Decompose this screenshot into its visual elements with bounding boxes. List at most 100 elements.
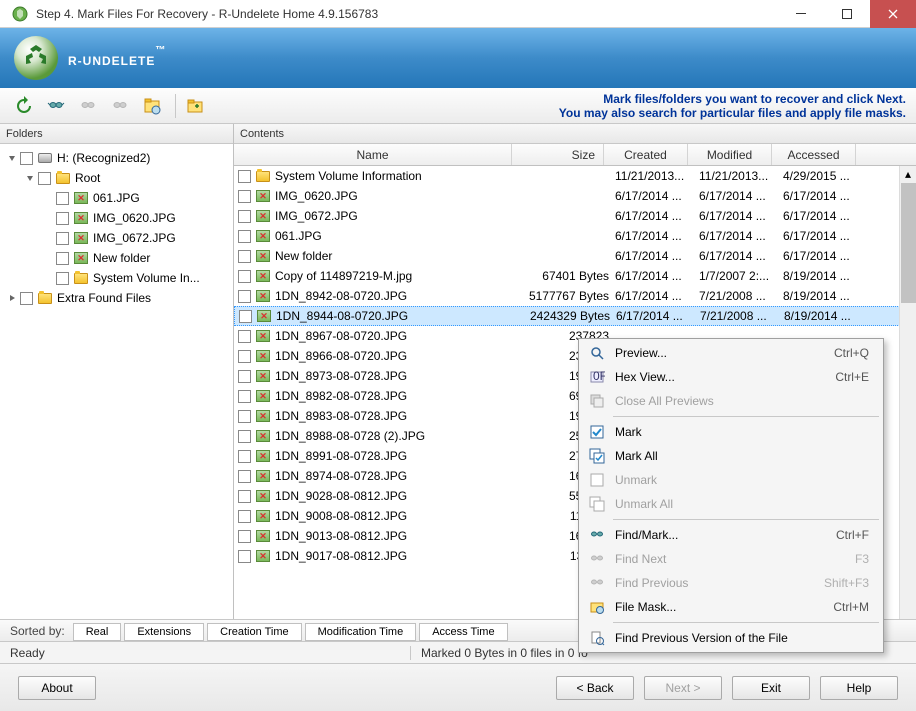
refresh-button[interactable] <box>10 92 38 120</box>
file-created: 6/17/2014 ... <box>616 309 700 323</box>
about-button[interactable]: About <box>18 676 96 700</box>
sort-tab-extensions[interactable]: Extensions <box>124 623 204 641</box>
help-button[interactable]: Help <box>820 676 898 700</box>
checkbox[interactable] <box>238 490 251 503</box>
menu-mark[interactable]: Mark <box>581 420 881 444</box>
file-row[interactable]: ✕Copy of 114897219-M.jpg67401 Bytes6/17/… <box>234 266 916 286</box>
checkbox[interactable] <box>238 250 251 263</box>
expand-icon[interactable] <box>24 172 36 184</box>
file-name: 1DN_8982-08-0728.JPG <box>275 389 407 403</box>
vertical-scrollbar[interactable]: ▴ <box>899 166 916 619</box>
checkbox[interactable] <box>56 232 69 245</box>
tree-item[interactable]: Extra Found Files <box>0 288 233 308</box>
menu-label: Unmark <box>615 473 881 487</box>
file-mask-button[interactable] <box>138 92 166 120</box>
checkbox[interactable] <box>238 450 251 463</box>
checkbox[interactable] <box>238 370 251 383</box>
col-size[interactable]: Size <box>512 144 604 165</box>
preview-icon <box>585 343 609 363</box>
file-row[interactable]: ✕1DN_8944-08-0720.JPG2424329 Bytes6/17/2… <box>234 306 916 326</box>
menu-hex-view[interactable]: 0FHex View...Ctrl+E <box>581 365 881 389</box>
close-button[interactable] <box>870 0 916 28</box>
expand-icon[interactable] <box>42 192 54 204</box>
checkbox[interactable] <box>238 330 251 343</box>
tree-item[interactable]: ✕061.JPG <box>0 188 233 208</box>
expand-icon[interactable] <box>42 212 54 224</box>
checkbox[interactable] <box>20 152 33 165</box>
checkbox[interactable] <box>238 270 251 283</box>
checkbox[interactable] <box>238 550 251 563</box>
checkbox[interactable] <box>239 310 252 323</box>
file-row[interactable]: ✕IMG_0672.JPG6/17/2014 ...6/17/2014 ...6… <box>234 206 916 226</box>
checkbox[interactable] <box>238 430 251 443</box>
file-row[interactable]: ✕New folder6/17/2014 ...6/17/2014 ...6/1… <box>234 246 916 266</box>
file-name: 1DN_8942-08-0720.JPG <box>275 289 407 303</box>
menu-unmark: Unmark <box>581 468 881 492</box>
checkbox[interactable] <box>238 390 251 403</box>
menu-file-mask[interactable]: File Mask...Ctrl+M <box>581 595 881 619</box>
minimize-button[interactable] <box>778 0 824 28</box>
menu-label: Find Next <box>615 552 855 566</box>
checkbox[interactable] <box>238 530 251 543</box>
status-left: Ready <box>10 646 410 660</box>
tree-item[interactable]: H: (Recognized2) <box>0 148 233 168</box>
checkbox[interactable] <box>20 292 33 305</box>
file-icon: ✕ <box>255 428 271 444</box>
checkbox[interactable] <box>56 192 69 205</box>
exit-button[interactable]: Exit <box>732 676 810 700</box>
expand-icon[interactable] <box>42 252 54 264</box>
folder-tree[interactable]: H: (Recognized2)Root✕061.JPG✕IMG_0620.JP… <box>0 144 233 619</box>
checkbox[interactable] <box>38 172 51 185</box>
menu-find-previous-version-of-the-file[interactable]: Find Previous Version of the File <box>581 626 881 650</box>
find-prev-button[interactable] <box>106 92 134 120</box>
checkbox[interactable] <box>238 510 251 523</box>
expand-icon[interactable] <box>6 292 18 304</box>
checkbox[interactable] <box>238 230 251 243</box>
expand-icon[interactable] <box>6 152 18 164</box>
checkbox[interactable] <box>238 470 251 483</box>
menu-mark-all[interactable]: Mark All <box>581 444 881 468</box>
col-created[interactable]: Created <box>604 144 688 165</box>
checkbox[interactable] <box>238 190 251 203</box>
unmark-icon <box>585 470 609 490</box>
tree-item[interactable]: ✕IMG_0620.JPG <box>0 208 233 228</box>
col-modified[interactable]: Modified <box>688 144 772 165</box>
file-row[interactable]: System Volume Information11/21/2013...11… <box>234 166 916 186</box>
checkbox[interactable] <box>56 272 69 285</box>
file-icon: ✕ <box>255 268 271 284</box>
checkbox[interactable] <box>56 252 69 265</box>
checkbox[interactable] <box>238 350 251 363</box>
maximize-button[interactable] <box>824 0 870 28</box>
menu-preview[interactable]: Preview...Ctrl+Q <box>581 341 881 365</box>
menu-accelerator: Ctrl+M <box>833 600 881 614</box>
file-row[interactable]: ✕IMG_0620.JPG6/17/2014 ...6/17/2014 ...6… <box>234 186 916 206</box>
col-accessed[interactable]: Accessed <box>772 144 856 165</box>
checkbox[interactable] <box>238 290 251 303</box>
col-name[interactable]: Name <box>234 144 512 165</box>
file-row[interactable]: ✕061.JPG6/17/2014 ...6/17/2014 ...6/17/2… <box>234 226 916 246</box>
file-row[interactable]: ✕1DN_8942-08-0720.JPG5177767 Bytes6/17/2… <box>234 286 916 306</box>
next-button[interactable]: Next > <box>644 676 722 700</box>
mark-icon <box>585 422 609 442</box>
menu-find-mark[interactable]: Find/Mark...Ctrl+F <box>581 523 881 547</box>
tree-item[interactable]: ✕IMG_0672.JPG <box>0 228 233 248</box>
sort-tab-real[interactable]: Real <box>73 623 122 641</box>
menu-accelerator: Ctrl+E <box>835 370 881 384</box>
sort-tab-modification-time[interactable]: Modification Time <box>305 623 417 641</box>
back-button[interactable]: < Back <box>556 676 634 700</box>
checkbox[interactable] <box>238 410 251 423</box>
checkbox[interactable] <box>56 212 69 225</box>
find-button[interactable] <box>42 92 70 120</box>
expand-icon[interactable] <box>42 232 54 244</box>
checkbox[interactable] <box>238 210 251 223</box>
expand-icon[interactable] <box>42 272 54 284</box>
sort-tab-creation-time[interactable]: Creation Time <box>207 623 301 641</box>
tree-item[interactable]: System Volume In... <box>0 268 233 288</box>
find-next-button[interactable] <box>74 92 102 120</box>
tree-item[interactable]: ✕New folder <box>0 248 233 268</box>
checkbox[interactable] <box>238 170 251 183</box>
sort-tab-access-time[interactable]: Access Time <box>419 623 507 641</box>
file-modified: 1/7/2007 2:... <box>699 269 783 283</box>
tree-item[interactable]: Root <box>0 168 233 188</box>
open-folder-button[interactable] <box>181 92 209 120</box>
